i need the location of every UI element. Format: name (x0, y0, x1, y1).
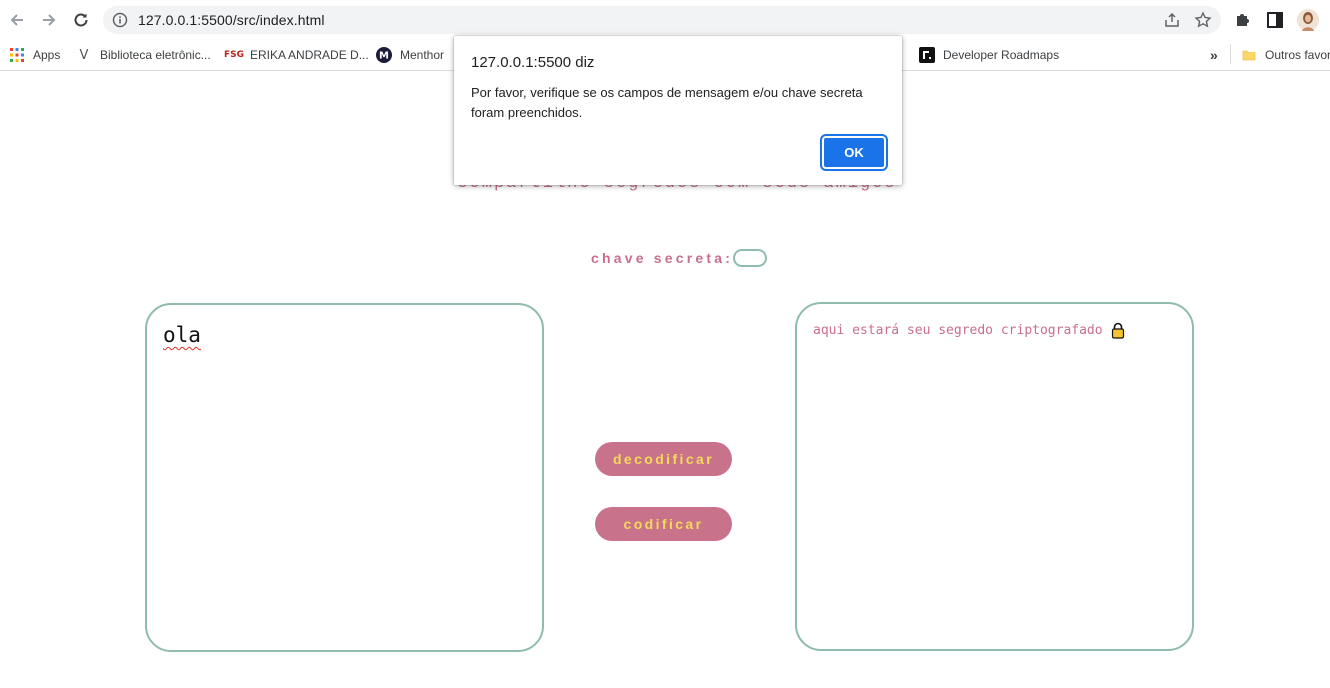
bookmark-label: Outros favor (1265, 48, 1330, 62)
bookmark-label: Biblioteca eletrônic... (100, 48, 211, 62)
svg-text:M: M (379, 51, 389, 62)
bookmark-label: ERIKA ANDRADE D... (250, 48, 369, 62)
url-text[interactable]: 127.0.0.1:5500/src/index.html (138, 12, 325, 28)
address-bar[interactable]: 127.0.0.1:5500/src/index.html (103, 6, 1221, 34)
ok-button[interactable]: OK (820, 134, 888, 171)
bookmark-label: Menthor (400, 48, 445, 62)
secret-key-input[interactable] (733, 249, 768, 267)
more-bookmarks-button[interactable]: » (1210, 44, 1218, 66)
extensions-puzzle-icon[interactable] (1233, 10, 1253, 30)
reload-icon (74, 13, 88, 27)
bookmark-biblioteca[interactable]: V Biblioteca eletrônic... (76, 44, 211, 66)
side-panel-icon[interactable] (1265, 10, 1285, 30)
reload-button[interactable] (69, 8, 93, 32)
apps-grid-icon (9, 47, 25, 63)
bookmark-apps[interactable]: Apps (9, 44, 60, 66)
v-logo-icon: V (79, 47, 89, 63)
bookmark-label: Apps (33, 48, 61, 62)
lock-icon (1111, 322, 1124, 339)
bookmark-separator (1230, 44, 1231, 64)
alert-dialog: 127.0.0.1:5500 diz Por favor, verifique … (454, 36, 902, 185)
bookmark-label: Developer Roadmaps (943, 48, 1060, 62)
encode-button[interactable]: codificar (595, 507, 732, 541)
bookmark-other-folder[interactable]: Outros favor (1241, 44, 1330, 66)
message-input-text[interactable]: ola (163, 323, 201, 347)
output-placeholder-text: aqui estará seu segredo criptografado (813, 323, 1103, 338)
encrypted-output-area: aqui estará seu segredo criptografado (795, 302, 1194, 651)
roadmap-logo-icon (919, 47, 935, 63)
dialog-title: 127.0.0.1:5500 diz (471, 54, 595, 71)
share-icon[interactable] (1163, 11, 1181, 29)
fsg-logo-icon: FSG (223, 50, 245, 60)
decode-button[interactable]: decodificar (595, 442, 732, 476)
bookmark-star-icon[interactable] (1194, 11, 1212, 29)
bookmark-developer-roadmaps[interactable]: Developer Roadmaps (919, 44, 1059, 66)
secret-key-row: chave secreta: (591, 249, 768, 267)
forward-arrow-icon (43, 14, 56, 26)
output-placeholder-row: aqui estará seu segredo criptografado (813, 322, 1125, 339)
secret-key-label: chave secreta: (591, 250, 734, 266)
folder-icon (1241, 47, 1257, 63)
menthor-logo-icon: M (376, 47, 392, 63)
forward-button[interactable] (37, 8, 61, 32)
browser-toolbar: 127.0.0.1:5500/src/index.html (0, 0, 1330, 40)
back-button[interactable] (5, 8, 29, 32)
profile-avatar[interactable] (1297, 9, 1319, 31)
back-arrow-icon (10, 14, 23, 26)
message-input-area[interactable]: ola (145, 303, 544, 652)
dialog-message: Por favor, verifique se os campos de men… (471, 85, 863, 120)
info-icon[interactable] (112, 12, 128, 28)
bookmark-menthor[interactable]: M Menthor (376, 44, 444, 66)
bookmark-erika[interactable]: FSG ERIKA ANDRADE D... (223, 44, 369, 66)
